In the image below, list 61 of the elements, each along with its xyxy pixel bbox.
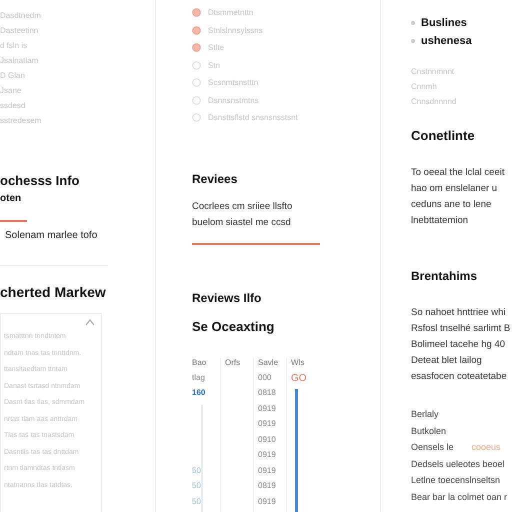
table-cell-text: 0919 bbox=[258, 466, 277, 476]
column-header: Orfs bbox=[225, 358, 242, 368]
list-line: Dedsels ueleotes beoel bbox=[411, 458, 505, 470]
section-subtitle: Se Oceaxting bbox=[192, 318, 276, 334]
nav-item[interactable]: Dasdtnedm bbox=[0, 9, 155, 22]
section-text: So nahoet hnttriee whi Rsfosl tnselhé sarlimt B Bolimeel tacehe hg 40 Deteat blet lailog esasfocen coteatetabe bbox=[411, 306, 512, 384]
table-cell-text: 0818 bbox=[258, 388, 277, 399]
nav-item[interactable]: Dtsmmetnttn bbox=[208, 6, 254, 20]
tag-text: cooeus bbox=[472, 442, 501, 454]
bullet-icon bbox=[411, 39, 415, 43]
nav-item[interactable]: sstredesem bbox=[0, 114, 155, 127]
reviews-text: Cocrlees cm sriiee llsfto buelom siastel me ccsd bbox=[192, 200, 294, 230]
section-title: Reviews Ilfo bbox=[192, 290, 262, 304]
nav-item[interactable]: Dsnsttsflstd snsnsnsstsnt bbox=[208, 111, 298, 124]
table-cell-text: 0919 bbox=[258, 450, 277, 461]
list-line: Letlne toecenslnseltsn bbox=[411, 475, 500, 487]
nav-item[interactable]: Stn bbox=[208, 58, 220, 72]
table-cell-text: 0919 bbox=[258, 419, 277, 430]
table-cell-text: 0819 bbox=[258, 481, 277, 492]
nav-item[interactable]: Jsalnatlam bbox=[0, 54, 155, 67]
nav-item[interactable]: Cnnmh bbox=[411, 80, 512, 93]
section-title: Conetlinte bbox=[411, 128, 476, 143]
nav-item[interactable]: Jsane bbox=[0, 84, 155, 97]
section-title: ochesss Info bbox=[0, 173, 80, 188]
table-cell-text: 50 bbox=[192, 496, 202, 508]
table-cell-text: GO bbox=[291, 372, 308, 386]
table-cell-text: 160 bbox=[192, 388, 206, 399]
list-line: Oensels le bbox=[411, 442, 454, 454]
nav-item[interactable]: Cnnsdnnnnd bbox=[411, 95, 512, 108]
list-line: Berlaly bbox=[411, 409, 439, 421]
section-text: To oeeal the lclal ceeit hao om enslelaner u ceduns ane to lene lnebttatemion bbox=[411, 166, 506, 228]
table-cell-text: 50 bbox=[192, 481, 202, 492]
section-subtitle: oten bbox=[0, 193, 22, 204]
bullet-icon bbox=[411, 21, 415, 25]
nav-item[interactable]: Dsnnsnstmtns bbox=[208, 94, 259, 107]
table-cell-text: tlag bbox=[192, 372, 206, 384]
market-title: cherted Markew bbox=[0, 284, 107, 300]
nav-item[interactable]: Cnstnnmnnt bbox=[411, 65, 512, 78]
section-title: Brentahims bbox=[411, 269, 478, 283]
list-line: Butkolen bbox=[411, 426, 446, 438]
nav-item[interactable]: Stlte bbox=[208, 41, 224, 54]
reviews-title: Reviees bbox=[192, 172, 238, 186]
list-line: Bear bar la colmet oan r bbox=[411, 492, 508, 504]
table-cell-text: 0910 bbox=[258, 434, 277, 446]
nav-item[interactable]: Dasteetinn bbox=[0, 24, 155, 37]
bullet-text: Buslines bbox=[421, 17, 467, 29]
nav-item[interactable]: d fsln is bbox=[0, 39, 155, 52]
nav-item[interactable]: Stnlslnnsylssns bbox=[208, 24, 263, 37]
info-link[interactable]: Solenam marlee tofo bbox=[5, 230, 98, 241]
nav-item[interactable]: Scsnmtsnstttn bbox=[208, 76, 258, 90]
nav-item[interactable]: ssdesd bbox=[0, 99, 155, 112]
table-cell-text: 000 bbox=[258, 372, 272, 384]
caret-up-icon[interactable] bbox=[85, 319, 95, 326]
column-header: Wls bbox=[291, 358, 306, 368]
bullet-text: ushenesa bbox=[421, 35, 472, 47]
table-cell-text: 50 bbox=[192, 466, 202, 476]
table-cell-text: 0919 bbox=[258, 496, 277, 508]
table-cell-text: 0919 bbox=[258, 404, 277, 414]
column-header: Bao bbox=[192, 358, 208, 368]
column-header: Savle bbox=[258, 358, 280, 368]
nav-item[interactable]: D Glan bbox=[0, 69, 155, 82]
